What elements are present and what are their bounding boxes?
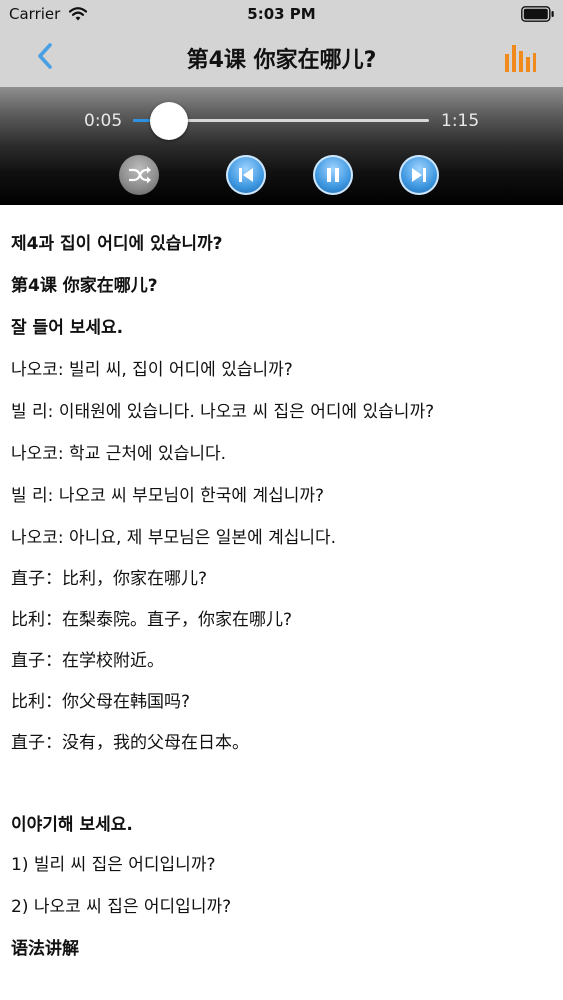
status-bar: Carrier 5:03 PM bbox=[0, 0, 563, 28]
shuffle-icon bbox=[129, 166, 151, 184]
page-title: 第4课 你家在哪儿? bbox=[186, 48, 377, 73]
next-track-icon bbox=[412, 168, 426, 182]
battery-icon bbox=[521, 6, 554, 22]
text-line: 나오코: 빌리 씨, 집이 어디에 있습니까? bbox=[11, 360, 293, 380]
text-line: 第4课 你家在哪儿? bbox=[11, 276, 158, 296]
text-line: 2) 나오코 씨 집은 어디입니까? bbox=[11, 897, 232, 917]
text-line: 直子：在学校附近。 bbox=[11, 651, 164, 671]
playlist-button[interactable] bbox=[500, 42, 540, 76]
chevron-left-icon bbox=[38, 43, 52, 69]
text-line: 1) 빌리 씨 집은 어디입니까? bbox=[11, 855, 216, 875]
shuffle-button[interactable] bbox=[119, 155, 159, 195]
bar-chart-icon bbox=[505, 45, 536, 72]
current-time: 0:05 bbox=[84, 111, 123, 131]
navigation-bar: 第4课 你家在哪儿? bbox=[0, 28, 563, 87]
text-line: 나오코: 아니요, 제 부모님은 일본에 계십니다. bbox=[11, 528, 337, 548]
text-line: 빌 리: 이태원에 있습니다. 나오코 씨 집은 어디에 있습니까? bbox=[11, 402, 435, 422]
pause-icon bbox=[327, 168, 339, 182]
text-line: 直子：没有，我的父母在日本。 bbox=[11, 733, 249, 753]
progress-thumb[interactable] bbox=[149, 102, 188, 140]
text-line: 比利：在梨泰院。直子，你家在哪儿? bbox=[11, 610, 293, 630]
text-line: 제4과 집이 어디에 있습니까? bbox=[11, 234, 223, 254]
text-line: 나오코: 학교 근처에 있습니다. bbox=[11, 444, 227, 464]
pause-button[interactable] bbox=[313, 155, 353, 195]
lesson-content: 제4과 집이 어디에 있습니까? 第4课 你家在哪儿? 잘 들어 보세요. 나오… bbox=[0, 205, 563, 1000]
text-line: 잘 들어 보세요. bbox=[11, 318, 124, 338]
text-line: 이야기해 보세요. bbox=[11, 815, 133, 835]
status-time: 5:03 PM bbox=[247, 5, 316, 23]
text-line: 比利：你父母在韩国吗? bbox=[11, 692, 191, 712]
previous-track-icon bbox=[239, 168, 253, 182]
text-line: 语法讲解 bbox=[11, 939, 79, 959]
next-track-button[interactable] bbox=[399, 155, 439, 195]
text-line: 直子：比利，你家在哪儿? bbox=[11, 569, 208, 589]
total-time: 1:15 bbox=[441, 111, 480, 131]
audio-player: 0:05 1:15 bbox=[0, 87, 563, 205]
back-button[interactable] bbox=[30, 40, 64, 74]
previous-track-button[interactable] bbox=[226, 155, 266, 195]
text-line: 빌 리: 나오코 씨 부모님이 한국에 계십니까? bbox=[11, 486, 325, 506]
